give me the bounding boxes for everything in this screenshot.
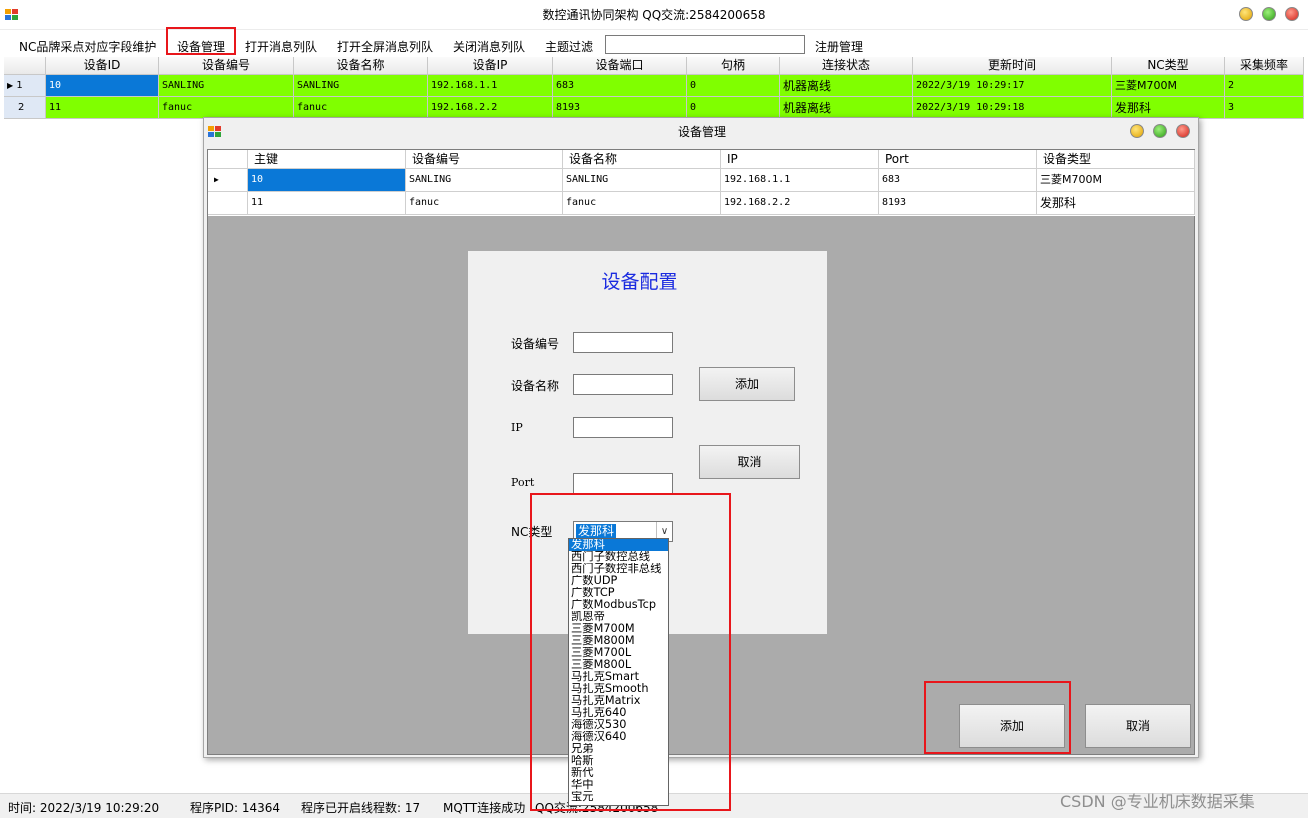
header-corner — [208, 150, 248, 169]
cell-ip[interactable]: 192.168.1.1 — [721, 169, 879, 192]
table-row[interactable]: ▶ 1 10 SANLING SANLING 192.168.1.1 683 0… — [4, 75, 1304, 97]
cell-device-name[interactable]: SANLING — [563, 169, 721, 192]
status-mqtt: MQTT连接成功 — [443, 801, 526, 815]
cell-key[interactable]: 11 — [248, 192, 406, 215]
main-title-bar: 数控通讯协同架构 QQ交流:2584200658 — [0, 0, 1308, 30]
config-heading: 设备配置 — [601, 271, 678, 293]
highlight-box-menu — [166, 27, 236, 55]
col-header[interactable]: 设备名称 — [563, 150, 721, 169]
status-threads: 程序已开启线程数: 17 — [301, 801, 421, 815]
cell-ip[interactable]: 192.168.2.2 — [721, 192, 879, 215]
config-add-button[interactable]: 添加 — [699, 367, 795, 401]
ip-input[interactable] — [573, 417, 673, 438]
col-header[interactable]: 采集频率 — [1225, 57, 1304, 75]
maximize-icon[interactable] — [1262, 7, 1276, 21]
row-header[interactable]: ▶ 1 — [4, 75, 46, 97]
cell-device-code[interactable]: fanuc — [406, 192, 563, 215]
label-port: Port — [511, 476, 535, 489]
minimize-icon[interactable] — [1239, 7, 1253, 21]
cell-device-code[interactable]: SANLING — [159, 75, 294, 97]
cell-device-id[interactable]: 11 — [46, 97, 159, 119]
menu-open-fullscreen-queue[interactable]: 打开全屏消息列队 — [337, 38, 433, 55]
cancel-button[interactable]: 取消 — [1085, 704, 1191, 748]
header-corner — [4, 57, 46, 75]
cell-update-time[interactable]: 2022/3/19 10:29:18 — [913, 97, 1112, 119]
cell-nc-type[interactable]: 三菱M700M — [1112, 75, 1225, 97]
menu-register[interactable]: 注册管理 — [815, 38, 863, 55]
dialog-device-grid: 主键 设备编号 设备名称 IP Port 设备类型 ▶ 10 SANLING S… — [208, 150, 1195, 216]
cell-device-name[interactable]: SANLING — [294, 75, 428, 97]
menu-topic-filter-label: 主题过滤 — [545, 40, 594, 54]
col-header[interactable]: IP — [721, 150, 879, 169]
cell-device-ip[interactable]: 192.168.2.2 — [428, 97, 553, 119]
topic-filter-input[interactable] — [605, 35, 805, 54]
col-header[interactable]: 设备编号 — [159, 57, 294, 75]
table-row[interactable]: 2 11 fanuc fanuc 192.168.2.2 8193 0 机器离线… — [4, 97, 1304, 119]
cell-port[interactable]: 683 — [879, 169, 1037, 192]
cell-nc-type[interactable]: 发那科 — [1112, 97, 1225, 119]
cell-device-code[interactable]: SANLING — [406, 169, 563, 192]
menu-nc-field-maint[interactable]: NC品牌采点对应字段维护 — [19, 38, 156, 55]
col-header[interactable]: 设备IP — [428, 57, 553, 75]
row-header-current[interactable]: ▶ — [208, 169, 248, 192]
device-code-input[interactable] — [573, 332, 673, 353]
label-ip: IP — [511, 421, 523, 434]
col-header[interactable]: Port — [879, 150, 1037, 169]
cell-port[interactable]: 8193 — [879, 192, 1037, 215]
col-header[interactable]: 更新时间 — [913, 57, 1112, 75]
col-header[interactable]: 连接状态 — [780, 57, 913, 75]
dialog-maximize-icon[interactable] — [1153, 124, 1167, 138]
row-header[interactable] — [208, 192, 248, 215]
col-header[interactable]: 设备名称 — [294, 57, 428, 75]
col-header[interactable]: 设备ID — [46, 57, 159, 75]
cell-device-port[interactable]: 8193 — [553, 97, 687, 119]
main-device-grid: 设备ID 设备编号 设备名称 设备IP 设备端口 句柄 连接状态 更新时间 NC… — [4, 57, 1304, 120]
cell-frequency[interactable]: 3 — [1225, 97, 1304, 119]
cell-handle[interactable]: 0 — [687, 75, 780, 97]
label-device-code: 设备编号 — [511, 337, 560, 351]
cell-key[interactable]: 10 — [248, 169, 406, 192]
dialog-title: 设备管理 — [677, 125, 726, 139]
cell-frequency[interactable]: 2 — [1225, 75, 1304, 97]
cell-device-type[interactable]: 发那科 — [1037, 192, 1195, 215]
highlight-box-add — [924, 681, 1071, 754]
col-header[interactable]: 设备类型 — [1037, 150, 1195, 169]
table-row[interactable]: ▶ 10 SANLING SANLING 192.168.1.1 683 三菱M… — [208, 169, 1195, 192]
status-time: 时间: 2022/3/19 10:29:20 — [8, 801, 160, 815]
port-input[interactable] — [573, 473, 673, 494]
menu-open-queue[interactable]: 打开消息列队 — [245, 38, 317, 55]
dialog-close-icon[interactable] — [1176, 124, 1190, 138]
col-header[interactable]: NC类型 — [1112, 57, 1225, 75]
col-header[interactable]: 设备编号 — [406, 150, 563, 169]
col-header[interactable]: 设备端口 — [553, 57, 687, 75]
status-pid: 程序PID: 14364 — [190, 801, 281, 815]
cell-device-code[interactable]: fanuc — [159, 97, 294, 119]
cell-status[interactable]: 机器离线 — [780, 75, 913, 97]
cell-device-id[interactable]: 10 — [46, 75, 159, 97]
watermark: CSDN @专业机床数据采集 — [1060, 792, 1255, 811]
cell-handle[interactable]: 0 — [687, 97, 780, 119]
cell-device-name[interactable]: fanuc — [294, 97, 428, 119]
cell-status[interactable]: 机器离线 — [780, 97, 913, 119]
close-icon[interactable] — [1285, 7, 1299, 21]
table-row[interactable]: 11 fanuc fanuc 192.168.2.2 8193 发那科 — [208, 192, 1195, 215]
config-cancel-button[interactable]: 取消 — [699, 445, 800, 479]
cell-update-time[interactable]: 2022/3/19 10:29:17 — [913, 75, 1112, 97]
cell-device-type[interactable]: 三菱M700M — [1037, 169, 1195, 192]
dialog-minimize-icon[interactable] — [1130, 124, 1144, 138]
window-title: 数控通讯协同架构 QQ交流:2584200658 — [542, 8, 766, 22]
label-device-name: 设备名称 — [511, 379, 560, 393]
col-header[interactable]: 主键 — [248, 150, 406, 169]
device-name-input[interactable] — [573, 374, 673, 395]
row-header[interactable]: 2 — [4, 97, 46, 119]
col-header[interactable]: 句柄 — [687, 57, 780, 75]
cell-device-port[interactable]: 683 — [553, 75, 687, 97]
highlight-box-dropdown — [530, 493, 731, 811]
cell-device-name[interactable]: fanuc — [563, 192, 721, 215]
cell-device-ip[interactable]: 192.168.1.1 — [428, 75, 553, 97]
menu-close-queue[interactable]: 关闭消息列队 — [453, 38, 525, 55]
